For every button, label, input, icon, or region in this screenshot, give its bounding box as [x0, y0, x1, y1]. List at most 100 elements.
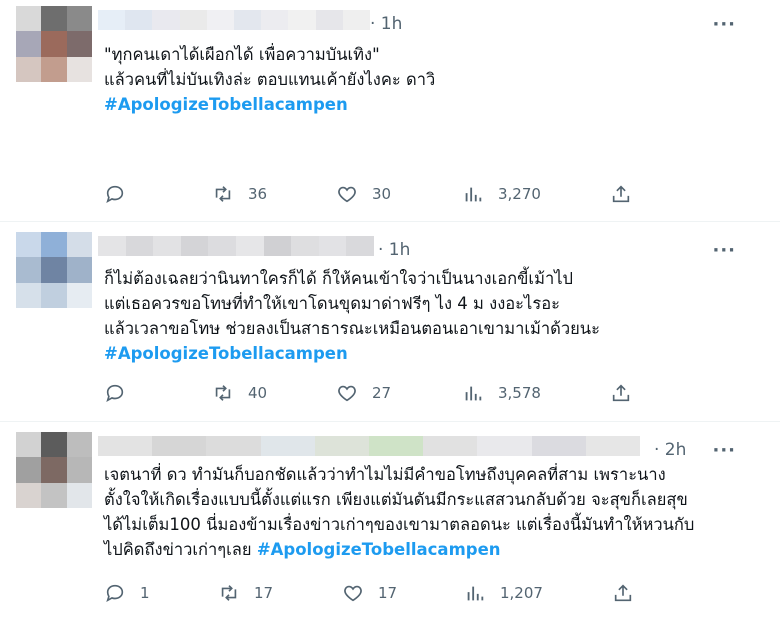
name-pixel — [585, 436, 641, 456]
like-count: 27 — [372, 384, 392, 402]
name-pixel — [208, 236, 236, 256]
tweet-timestamp[interactable]: · 1h — [370, 14, 402, 34]
share-icon — [612, 384, 630, 402]
views-button[interactable]: 1,207 — [464, 582, 543, 604]
views-button[interactable]: 3,270 — [462, 183, 541, 205]
avatar-pixel — [16, 282, 42, 308]
name-pixel — [260, 436, 315, 456]
avatar-pixel — [16, 31, 42, 57]
avatar-pixel — [16, 432, 42, 458]
reply-icon — [106, 185, 124, 204]
tweet-feed: · 1h ··· "ทุกคนเดาได้เผือกได้ เพื่อความบ… — [0, 0, 780, 617]
tweet-line: ได้ไม่เต็ม100 นี่มองข้ามเรื่องข่าวเก่าๆข… — [104, 515, 695, 534]
name-pixel — [314, 436, 370, 456]
tweet-timestamp[interactable]: · 1h — [378, 240, 410, 260]
share-icon — [614, 584, 632, 602]
retweet-count: 40 — [248, 384, 268, 402]
tweet-line: เจตนาที่ ดว ทำมันก็บอกชัดแล้วว่าทำไมไม่ม… — [104, 465, 666, 484]
name-pixel — [179, 10, 207, 30]
avatar-pixel — [16, 482, 42, 508]
more-options-icon[interactable]: ··· — [712, 440, 736, 461]
avatar-pixel — [16, 257, 42, 283]
like-count: 17 — [378, 584, 398, 602]
tweet-line: แล้วคนที่ไม่บันเทิงล่ะ ตอบแทนเค้ายังไงคะ… — [104, 70, 436, 89]
retweet-button[interactable]: 40 — [212, 382, 267, 404]
avatar-pixel — [41, 457, 67, 483]
reply-button[interactable] — [104, 183, 140, 205]
avatar[interactable] — [16, 6, 92, 82]
name-pixel — [180, 236, 209, 256]
name-pixel — [234, 10, 262, 30]
tweet-line: "ทุกคนเดาได้เผือกได้ เพื่อความบันเทิง" — [104, 45, 380, 64]
share-button[interactable] — [610, 183, 646, 205]
avatar[interactable] — [16, 232, 92, 308]
name-pixel — [288, 10, 316, 30]
hashtag-link[interactable]: #ApologizeTobellacampen — [257, 540, 501, 559]
share-button[interactable] — [612, 582, 648, 604]
name-pixel — [206, 436, 261, 456]
avatar-pixel — [66, 457, 92, 483]
more-options-icon[interactable]: ··· — [712, 14, 736, 35]
tweet-actions: 36 30 3,270 — [104, 183, 644, 207]
name-pixel — [98, 10, 126, 30]
avatar-pixel — [41, 282, 67, 308]
tweet-1[interactable]: · 1h ··· "ทุกคนเดาได้เผือกได้ เพื่อความบ… — [0, 0, 780, 222]
hashtag-link[interactable]: #ApologizeTobellacampen — [104, 95, 348, 114]
name-pixel — [369, 436, 424, 456]
avatar-pixel — [66, 257, 92, 283]
avatar-pixel — [66, 432, 92, 458]
views-button[interactable]: 3,578 — [462, 382, 541, 404]
display-name-blurred[interactable] — [98, 10, 371, 30]
share-button[interactable] — [610, 382, 646, 404]
avatar-pixel — [41, 232, 67, 258]
like-count: 30 — [372, 185, 392, 203]
tweet-line: ก็ไม่ต้องเฉลยว่านินทาใครก็ได้ ก็ให้คนเข้… — [104, 269, 573, 288]
tweet-3[interactable]: · 2h ··· เจตนาที่ ดว ทำมันก็บอกชัดแล้วว่… — [0, 422, 780, 617]
retweet-button[interactable]: 36 — [212, 183, 267, 205]
reply-icon — [106, 584, 124, 603]
reply-button[interactable] — [104, 382, 140, 404]
name-pixel — [477, 436, 532, 456]
name-pixel — [315, 10, 343, 30]
like-button[interactable]: 30 — [336, 183, 391, 205]
more-options-icon[interactable]: ··· — [712, 240, 736, 261]
view-count: 1,207 — [500, 584, 543, 602]
tweet-line: ตั้งใจให้เกิดเรื่องแบบนี้ตั้งแต่แรก เพีย… — [104, 490, 688, 509]
name-pixel — [98, 436, 153, 456]
avatar-pixel — [41, 56, 67, 82]
view-count: 3,578 — [498, 384, 541, 402]
display-name-blurred[interactable] — [98, 436, 641, 456]
avatar-pixel — [41, 482, 67, 508]
name-pixel — [235, 236, 264, 256]
share-icon — [612, 185, 630, 203]
display-name-blurred[interactable] — [98, 236, 374, 256]
name-pixel — [342, 10, 371, 30]
avatar-pixel — [41, 432, 67, 458]
heart-icon — [338, 186, 356, 203]
retweet-count: 17 — [254, 584, 274, 602]
name-pixel — [125, 236, 154, 256]
tweet-timestamp[interactable]: · 2h — [654, 440, 686, 460]
avatar-pixel — [66, 56, 92, 82]
hashtag-link[interactable]: #ApologizeTobellacampen — [104, 344, 348, 363]
reply-button[interactable]: 1 — [104, 582, 150, 604]
reply-icon — [106, 384, 124, 403]
avatar[interactable] — [16, 432, 92, 508]
like-button[interactable]: 17 — [342, 582, 397, 604]
name-pixel — [98, 236, 126, 256]
like-button[interactable]: 27 — [336, 382, 391, 404]
avatar-pixel — [41, 257, 67, 283]
avatar-pixel — [16, 232, 42, 258]
avatar-pixel — [66, 31, 92, 57]
name-pixel — [125, 10, 153, 30]
avatar-pixel — [66, 232, 92, 258]
views-bar-chart-icon — [465, 187, 482, 202]
avatar-pixel — [16, 56, 42, 82]
avatar-pixel — [16, 6, 42, 32]
tweet-line: แล้วเวลาขอโทษ ช่วยลงเป็นสาธารณะเหมือนตอน… — [104, 319, 600, 338]
retweet-button[interactable]: 17 — [218, 582, 273, 604]
heart-icon — [338, 385, 356, 402]
tweet-2[interactable]: · 1h ··· ก็ไม่ต้องเฉลยว่านินทาใครก็ได้ ก… — [0, 222, 780, 422]
retweet-icon — [215, 186, 231, 202]
views-bar-chart-icon — [467, 586, 484, 601]
